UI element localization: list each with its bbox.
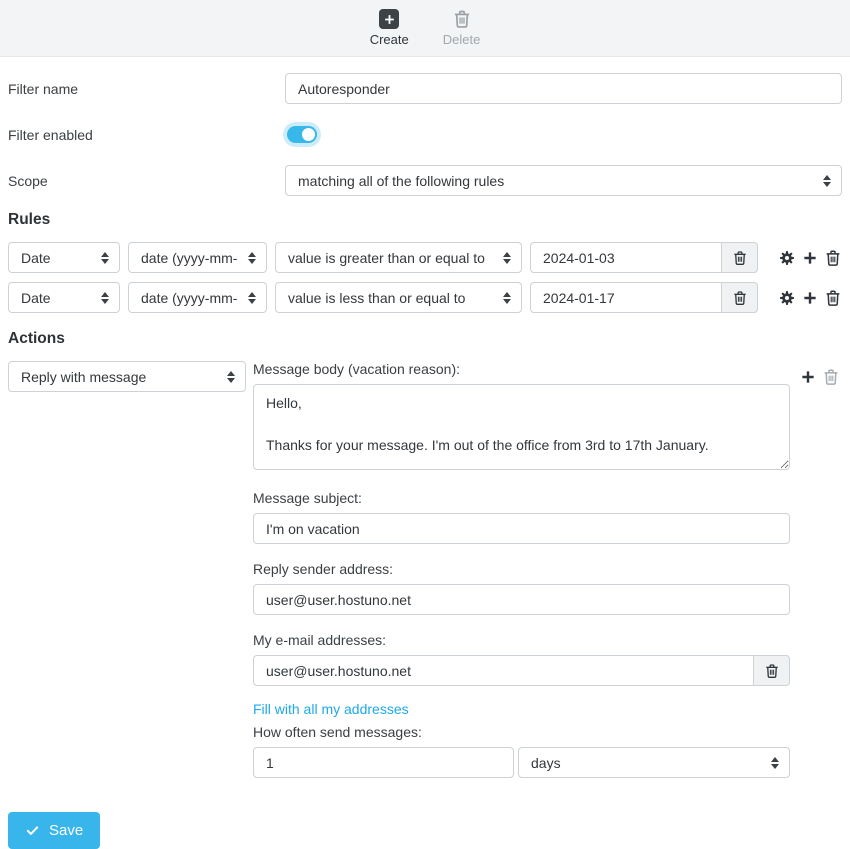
rule-field-select[interactable]: Date	[8, 282, 120, 313]
how-often-label: How often send messages:	[253, 724, 790, 740]
actions-heading: Actions	[8, 330, 842, 348]
rule-advanced-button[interactable]	[778, 249, 796, 267]
rule-modifier-select[interactable]: date (yyyy-mm-dd)	[128, 242, 267, 273]
rule-field-select[interactable]: Date	[8, 242, 120, 273]
my-addresses-input[interactable]	[253, 655, 753, 686]
how-often-row: days	[253, 747, 790, 778]
delete-button-label: Delete	[443, 32, 481, 47]
delete-button[interactable]: Delete	[439, 7, 485, 49]
filter-name-label: Filter name	[8, 81, 285, 97]
scope-row: Scope matching all of the following rule…	[8, 165, 842, 196]
plus-square-icon	[379, 9, 399, 29]
plus-icon	[801, 249, 819, 267]
rule-value-input[interactable]	[530, 282, 721, 313]
scope-select[interactable]: matching all of the following rules	[285, 165, 842, 196]
reply-sender-input[interactable]	[253, 584, 790, 615]
plus-icon	[799, 368, 817, 386]
trash-icon	[452, 9, 472, 29]
trash-icon	[824, 249, 842, 267]
create-button[interactable]: Create	[366, 7, 413, 49]
message-subject-input[interactable]	[253, 513, 790, 544]
message-subject-label: Message subject:	[253, 490, 790, 506]
rule-row: Date date (yyyy-mm-dd) value is less tha…	[8, 282, 842, 313]
rule-advanced-button[interactable]	[778, 289, 796, 307]
scope-label: Scope	[8, 173, 285, 189]
how-often-input[interactable]	[253, 747, 514, 778]
rule-delete-button[interactable]	[824, 289, 842, 307]
gear-icon	[778, 289, 796, 307]
rule-modifier-select[interactable]: date (yyyy-mm-dd)	[128, 282, 267, 313]
rule-add-button[interactable]	[801, 289, 819, 307]
filter-name-input[interactable]	[285, 73, 842, 104]
message-body-label: Message body (vacation reason):	[253, 361, 790, 377]
action-add-button[interactable]	[799, 368, 817, 386]
rule-operator-select[interactable]: value is less than or equal to	[275, 282, 522, 313]
rule-delete-button[interactable]	[824, 249, 842, 267]
filter-form: Filter name Filter enabled Scope matchin…	[0, 57, 850, 778]
fill-addresses-link[interactable]: Fill with all my addresses	[253, 701, 409, 717]
filter-name-row: Filter name	[8, 73, 842, 104]
filter-enabled-label: Filter enabled	[8, 127, 285, 143]
gear-icon	[778, 249, 796, 267]
toggle-knob	[302, 128, 315, 141]
filter-enabled-toggle[interactable]	[287, 126, 317, 143]
message-body-textarea[interactable]: Hello, Thanks for your message. I'm out …	[253, 384, 790, 470]
trash-icon	[822, 368, 840, 386]
action-fields: Message body (vacation reason): Hello, T…	[253, 361, 790, 778]
trash-icon	[824, 289, 842, 307]
form-footer: Save	[0, 812, 850, 849]
check-icon	[25, 823, 40, 838]
action-delete-button[interactable]	[822, 368, 840, 386]
my-addresses-label: My e-mail addresses:	[253, 632, 790, 648]
create-button-label: Create	[370, 32, 409, 47]
action-row: Reply with message Message body (vacatio…	[8, 361, 842, 778]
rules-heading: Rules	[8, 211, 842, 229]
rule-value-input[interactable]	[530, 242, 721, 273]
rule-operator-select[interactable]: value is greater than or equal to	[275, 242, 522, 273]
my-addresses-delete-button[interactable]	[753, 655, 790, 686]
rule-value-clear-button[interactable]	[721, 242, 758, 273]
trash-icon	[764, 663, 780, 679]
save-button-label: Save	[49, 822, 83, 839]
trash-icon	[732, 250, 748, 266]
reply-sender-label: Reply sender address:	[253, 561, 790, 577]
rule-value-clear-button[interactable]	[721, 282, 758, 313]
save-button[interactable]: Save	[8, 812, 100, 849]
trash-icon	[732, 290, 748, 306]
toolbar: Create Delete	[0, 0, 850, 57]
rule-add-button[interactable]	[801, 249, 819, 267]
rule-row: Date date (yyyy-mm-dd) value is greater …	[8, 242, 842, 273]
filter-enabled-row: Filter enabled	[8, 119, 842, 150]
plus-icon	[801, 289, 819, 307]
action-type-select[interactable]: Reply with message	[8, 361, 246, 392]
how-often-unit-select[interactable]: days	[518, 747, 790, 778]
